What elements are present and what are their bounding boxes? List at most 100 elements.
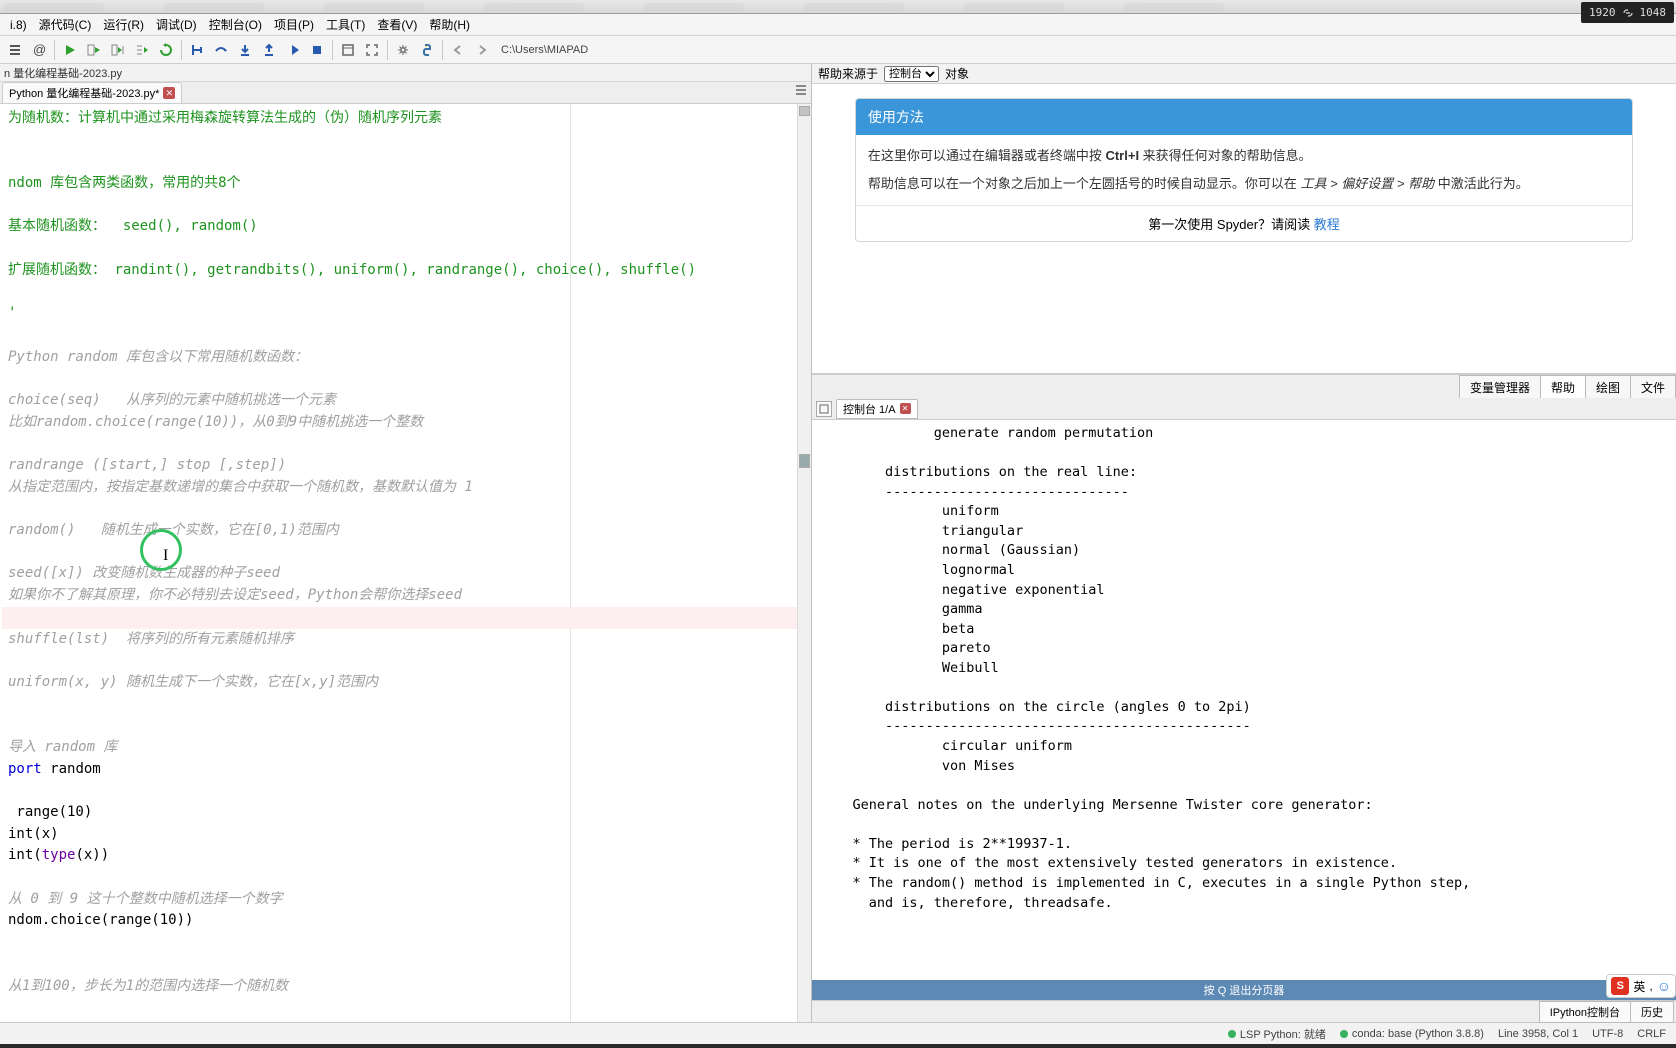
- code-line: Python random 库包含以下常用随机数函数：: [2, 347, 811, 369]
- code-line: 如果你不了解其原理，你不必特别去设定seed，Python会帮你选择seed: [2, 585, 811, 607]
- menu-console[interactable]: 控制台(O): [203, 14, 268, 35]
- menu-view[interactable]: 查看(V): [371, 14, 423, 35]
- debug-icon[interactable]: [186, 39, 208, 61]
- code-editor[interactable]: 为随机数：计算机中通过采用梅森旋转算法生成的（伪）随机序列元素 ndom 库包含…: [0, 104, 811, 1022]
- menu-project[interactable]: 项目(P): [268, 14, 320, 35]
- code-line: 从指定范围内，按指定基数递增的集合中获取一个随机数，基数默认值为 1: [2, 477, 811, 499]
- step-into-icon[interactable]: [234, 39, 256, 61]
- current-line-highlight: [2, 607, 811, 629]
- help-source-select[interactable]: 控制台: [884, 66, 939, 82]
- help-source-label: 帮助来源于: [818, 65, 878, 82]
- tab-history[interactable]: 历史: [1630, 1001, 1674, 1023]
- run-selection-icon[interactable]: [131, 39, 153, 61]
- menubar: i.8) 源代码(C) 运行(R) 调试(D) 控制台(O) 项目(P) 工具(…: [0, 14, 1676, 36]
- code-line: 导入 random 库: [2, 737, 811, 759]
- tab-plots[interactable]: 绘图: [1585, 375, 1631, 399]
- step-out-icon[interactable]: [258, 39, 280, 61]
- pythonpath-icon[interactable]: [416, 39, 438, 61]
- console-expand-icon[interactable]: [816, 401, 832, 417]
- help-hint-1: 在这里你可以通过在编辑器或者终端中按 Ctrl+I 来获得任何对象的帮助信息。: [868, 145, 1620, 167]
- stop-debug-icon[interactable]: [306, 39, 328, 61]
- code-line: int(type(x)): [2, 845, 811, 867]
- ok-dot-icon: [1228, 1030, 1236, 1038]
- code-line: choice(seq) 从序列的元素中随机挑选一个元素: [2, 390, 811, 412]
- status-eol: CRLF: [1637, 1028, 1666, 1040]
- code-line: random() 随机生成一个实数，它在[0,1)范围内: [2, 520, 811, 542]
- link-icon: [1622, 8, 1634, 18]
- code-line: 从1到100，步长为1的范围内选择一个随机数: [2, 976, 811, 998]
- menu-fragment: i.8): [4, 16, 33, 34]
- editor-tab-label: Python 量化编程基础-2023.py*: [9, 85, 159, 101]
- resolution-badge: 1920 1048: [1581, 2, 1674, 23]
- code-line: int(x): [2, 824, 811, 846]
- menu-debug[interactable]: 调试(D): [150, 14, 203, 35]
- rerun-icon[interactable]: [155, 39, 177, 61]
- step-over-icon[interactable]: [210, 39, 232, 61]
- code-line: range(10): [2, 802, 811, 824]
- help-object-label: 对象: [945, 65, 969, 82]
- menu-run[interactable]: 运行(R): [97, 14, 150, 35]
- console-pager-hint: 按 Q 退出分页器: [812, 980, 1676, 1000]
- taskbar[interactable]: [0, 1044, 1676, 1048]
- status-conda: conda: base (Python 3.8.8): [1340, 1028, 1484, 1040]
- help-card: 使用方法 在这里你可以通过在编辑器或者终端中按 Ctrl+I 来获得任何对象的帮…: [855, 98, 1633, 242]
- right-pane: 帮助来源于 控制台 对象 使用方法 在这里你可以通过在编辑器或者终端中按 Ctr…: [812, 64, 1676, 1022]
- code-line: 从 0 到 9 这十个整数中随机选择一个数字: [2, 889, 811, 911]
- tutorial-link[interactable]: 教程: [1314, 217, 1340, 232]
- status-lsp: LSP Python: 就绪: [1228, 1026, 1326, 1042]
- ok-dot-icon: [1340, 1030, 1348, 1038]
- tab-help[interactable]: 帮助: [1540, 375, 1586, 399]
- code-line: 为随机数：计算机中通过采用梅森旋转算法生成的（伪）随机序列元素: [2, 108, 811, 130]
- at-icon[interactable]: @: [28, 39, 50, 61]
- nav-back-icon[interactable]: [447, 39, 469, 61]
- close-icon[interactable]: ✕: [163, 87, 175, 99]
- tab-ipython-console[interactable]: IPython控制台: [1539, 1001, 1631, 1023]
- right-pane-tabs: 变量管理器 帮助 绘图 文件: [812, 374, 1676, 398]
- menu-help[interactable]: 帮助(H): [423, 14, 476, 35]
- outline-icon[interactable]: [4, 39, 26, 61]
- max-pane-icon[interactable]: [337, 39, 359, 61]
- status-cursor-pos: Line 3958, Col 1: [1498, 1028, 1578, 1040]
- fullscreen-icon[interactable]: [361, 39, 383, 61]
- console-output[interactable]: generate random permutation distribution…: [812, 420, 1676, 980]
- nav-fwd-icon[interactable]: [471, 39, 493, 61]
- editor-tabs: Python 量化编程基础-2023.py* ✕: [0, 82, 811, 104]
- console-bottom-tabs: IPython控制台 历史: [812, 1000, 1676, 1022]
- code-line: ndom.choice(range(10)): [2, 910, 811, 932]
- tab-files[interactable]: 文件: [1630, 375, 1676, 399]
- prefs-icon[interactable]: [392, 39, 414, 61]
- window-titlebar: [0, 0, 1676, 14]
- code-line: randrange ([start,] stop [,step]): [2, 455, 811, 477]
- help-card-title: 使用方法: [856, 99, 1632, 135]
- editor-pane: n 量化编程基础-2023.py Python 量化编程基础-2023.py* …: [0, 64, 812, 1022]
- editor-tab[interactable]: Python 量化编程基础-2023.py* ✕: [2, 82, 182, 103]
- working-dir: C:\Users\MIAPAD: [501, 44, 588, 56]
- editor-scrollbar[interactable]: [797, 104, 811, 1022]
- help-header: 帮助来源于 控制台 对象: [812, 64, 1676, 84]
- code-line: 基本随机函数： seed(), random(): [2, 216, 811, 238]
- status-encoding: UTF-8: [1592, 1028, 1623, 1040]
- ime-indicator[interactable]: S 英 , ☺: [1606, 974, 1676, 998]
- console-tab[interactable]: 控制台 1/A ✕: [836, 399, 918, 419]
- console-header: 控制台 1/A ✕: [812, 398, 1676, 420]
- help-body: 使用方法 在这里你可以通过在编辑器或者终端中按 Ctrl+I 来获得任何对象的帮…: [812, 84, 1676, 374]
- menu-source[interactable]: 源代码(C): [33, 14, 98, 35]
- continue-icon[interactable]: [282, 39, 304, 61]
- close-icon[interactable]: ✕: [900, 403, 911, 414]
- code-line: seed([x]) 改变随机数生成器的种子seed: [2, 563, 811, 585]
- run-icon[interactable]: [59, 39, 81, 61]
- scrollbar-thumb[interactable]: [799, 106, 810, 116]
- menu-tools[interactable]: 工具(T): [320, 14, 371, 35]
- tab-var-explorer[interactable]: 变量管理器: [1459, 375, 1541, 399]
- code-line: 扩展随机函数： randint(), getrandbits(), unifor…: [2, 260, 811, 282]
- code-line: uniform(x, y) 随机生成下一个实数，它在[x,y]范围内: [2, 672, 811, 694]
- statusbar: LSP Python: 就绪 conda: base (Python 3.8.8…: [0, 1022, 1676, 1044]
- tab-menu-icon[interactable]: [795, 84, 807, 96]
- run-cell-advance-icon[interactable]: [107, 39, 129, 61]
- help-card-footer: 第一次使用 Spyder？请阅读 教程: [856, 205, 1632, 241]
- run-cell-icon[interactable]: [83, 39, 105, 61]
- help-hint-2: 帮助信息可以在一个对象之后加上一个左圆括号的时候自动显示。你可以在 工具 > 偏…: [868, 173, 1620, 195]
- editor-filepath: n 量化编程基础-2023.py: [0, 64, 811, 82]
- smile-icon: ☺: [1657, 978, 1671, 994]
- ime-sep: ,: [1649, 979, 1652, 993]
